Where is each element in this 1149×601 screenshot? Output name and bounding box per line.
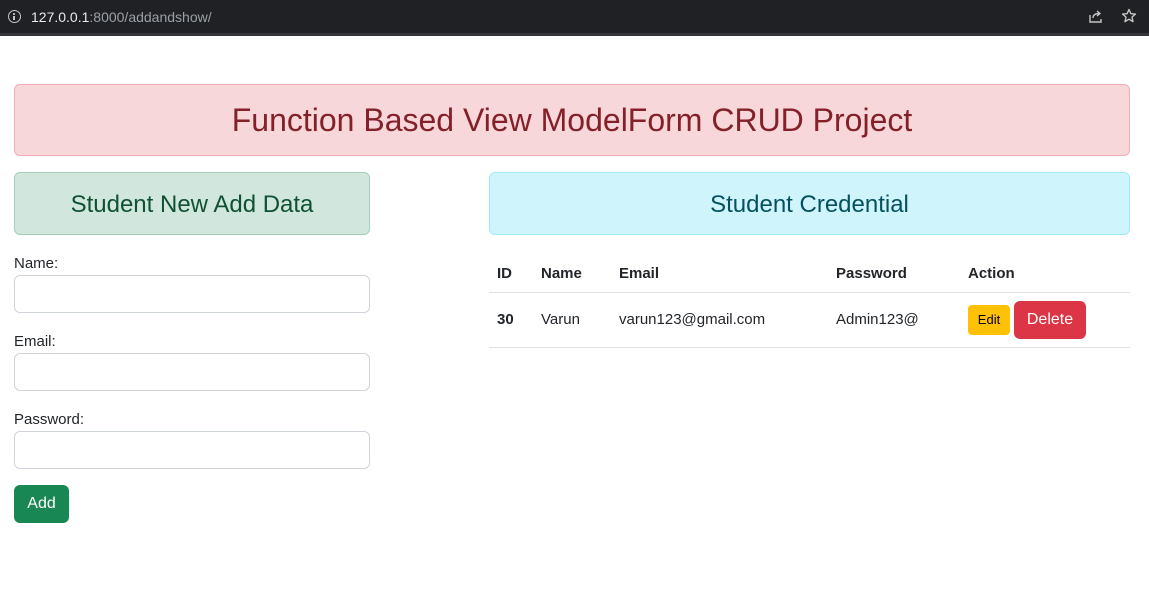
page-content: Function Based View ModelForm CRUD Proje…	[0, 36, 1149, 601]
column-header-id: ID	[489, 255, 533, 293]
student-table: ID Name Email Password Action 30 Varun v…	[489, 255, 1130, 348]
password-label: Password:	[14, 411, 85, 428]
browser-toolbar: 127.0.0.1:8000/addandshow/	[0, 0, 1149, 36]
email-label: Email:	[14, 333, 56, 350]
cell-name: Varun	[533, 292, 611, 348]
add-button[interactable]: Add	[14, 485, 69, 523]
column-header-password: Password	[828, 255, 960, 293]
page-title: Function Based View ModelForm CRUD Proje…	[14, 84, 1130, 156]
column-header-action: Action	[960, 255, 1130, 293]
table-header-row: ID Name Email Password Action	[489, 255, 1130, 293]
cell-id: 30	[489, 292, 533, 348]
table-row: 30 Varun varun123@gmail.com Admin123@ Ed…	[489, 292, 1130, 348]
column-header-name: Name	[533, 255, 611, 293]
email-input[interactable]	[14, 353, 370, 391]
name-input[interactable]	[14, 275, 370, 313]
password-input[interactable]	[14, 431, 370, 469]
address-bar[interactable]: 127.0.0.1:8000/addandshow/	[0, 0, 1149, 33]
share-icon[interactable]	[1089, 10, 1103, 23]
delete-button[interactable]: Delete	[1014, 300, 1086, 339]
cell-email: varun123@gmail.com	[611, 292, 828, 348]
edit-button[interactable]: Edit	[968, 304, 1010, 335]
credential-heading: Student Credential	[489, 172, 1130, 235]
add-form-heading: Student New Add Data	[14, 172, 370, 235]
column-header-email: Email	[611, 255, 828, 293]
cell-password: Admin123@	[828, 292, 960, 348]
cell-action: Edit Delete	[960, 292, 1130, 348]
info-icon[interactable]	[8, 10, 21, 23]
url-text[interactable]: 127.0.0.1:8000/addandshow/	[31, 9, 212, 25]
url-host: 127.0.0.1	[31, 9, 90, 25]
star-icon[interactable]	[1121, 8, 1137, 24]
url-path: :8000/addandshow/	[89, 9, 212, 25]
name-label: Name:	[14, 255, 59, 272]
